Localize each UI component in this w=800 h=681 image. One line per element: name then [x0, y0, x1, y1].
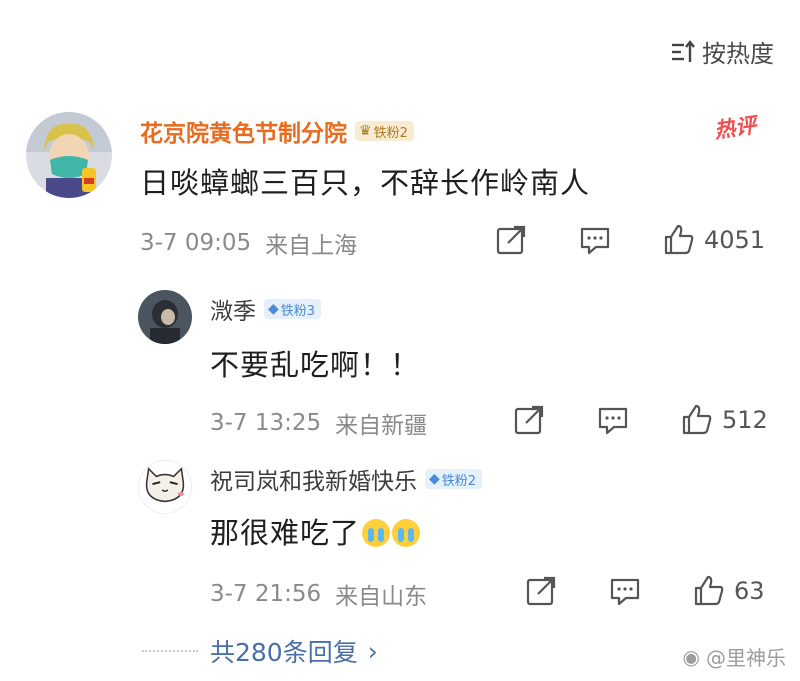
like-count: 4051 — [704, 226, 766, 254]
crown-icon: ♛ — [359, 123, 372, 139]
watermark-text: @里神乐 — [706, 646, 786, 670]
like-count: 63 — [734, 577, 765, 605]
reply-meta: 3-7 21:56 来自山东 — [210, 577, 427, 611]
reply-header: 溦季 ◆ 铁粉3 — [210, 292, 322, 326]
comment-icon — [610, 578, 640, 606]
diamond-icon: ◆ — [429, 471, 440, 487]
comment-icon — [580, 227, 610, 255]
comment-location: 来自山东 — [335, 584, 428, 610]
sort-label: 按热度 — [702, 40, 774, 68]
crying-emoji-icon — [392, 519, 421, 547]
share-icon — [514, 405, 544, 435]
chevron-right-icon: › — [367, 636, 378, 666]
thumbs-up-icon — [694, 575, 724, 606]
reply-text: 不要乱吃啊！！ — [210, 348, 421, 382]
reply-username[interactable]: 溦季 — [210, 292, 256, 326]
reply-text: 那很难吃了 — [210, 516, 361, 550]
fan-badge[interactable]: ♛ 铁粉2 — [355, 121, 414, 141]
comment-button[interactable] — [578, 223, 612, 257]
thumbs-up-icon — [664, 224, 694, 255]
comment-time: 3-7 13:25 — [210, 410, 322, 436]
share-button[interactable] — [524, 574, 558, 608]
comment-location: 来自新疆 — [335, 413, 428, 439]
comment-location: 来自上海 — [265, 233, 358, 259]
hot-comment-tag: 热评 — [712, 113, 758, 143]
sort-icon — [672, 39, 695, 62]
sort-toggle[interactable]: 按热度 — [670, 34, 774, 69]
like-button[interactable]: 63 — [692, 574, 765, 608]
divider — [142, 650, 198, 652]
share-icon — [496, 225, 526, 255]
avatar[interactable] — [26, 112, 112, 198]
avatar[interactable] — [138, 290, 192, 344]
like-button[interactable]: 4051 — [662, 223, 765, 257]
reply-header: 祝司岚和我新婚快乐 ◆ 铁粉2 — [210, 462, 483, 496]
more-replies-link[interactable]: 共280条回复 › — [210, 633, 378, 669]
main-comment-text: 日啖蟑螂三百只，不辞长作岭南人 — [140, 166, 591, 200]
comment-time: 3-7 09:05 — [140, 230, 252, 256]
comment-button[interactable] — [608, 574, 642, 608]
comment-icon — [598, 407, 628, 435]
thumbs-up-icon — [682, 404, 712, 435]
weibo-logo-icon: ◉ — [682, 644, 700, 669]
main-comment-meta: 3-7 09:05 来自上海 — [140, 226, 357, 260]
comment-button[interactable] — [596, 403, 630, 437]
reply-text-row: 那很难吃了 — [210, 510, 421, 552]
share-button[interactable] — [494, 223, 528, 257]
more-replies-label: 共280条回复 — [210, 638, 358, 667]
fan-badge-label: 铁粉2 — [373, 125, 408, 141]
fan-badge[interactable]: ◆ 铁粉3 — [264, 299, 322, 319]
reply-meta: 3-7 13:25 来自新疆 — [210, 406, 427, 440]
crying-emoji-icon — [362, 519, 391, 547]
like-count: 512 — [722, 406, 768, 434]
like-button[interactable]: 512 — [680, 403, 768, 437]
fan-badge-label: 铁粉3 — [280, 303, 316, 319]
main-comment-username[interactable]: 花京院黄色节制分院 — [140, 114, 347, 148]
reply-username[interactable]: 祝司岚和我新婚快乐 — [210, 462, 417, 496]
diamond-icon: ◆ — [268, 301, 279, 317]
avatar[interactable] — [138, 460, 192, 514]
watermark: ◉ @里神乐 — [683, 642, 786, 671]
fan-badge[interactable]: ◆ 铁粉2 — [425, 469, 483, 489]
share-button[interactable] — [512, 403, 546, 437]
share-icon — [526, 576, 556, 606]
main-comment-header: 花京院黄色节制分院 ♛ 铁粉2 — [140, 114, 414, 148]
fan-badge-label: 铁粉2 — [441, 473, 477, 489]
comment-time: 3-7 21:56 — [210, 581, 322, 607]
